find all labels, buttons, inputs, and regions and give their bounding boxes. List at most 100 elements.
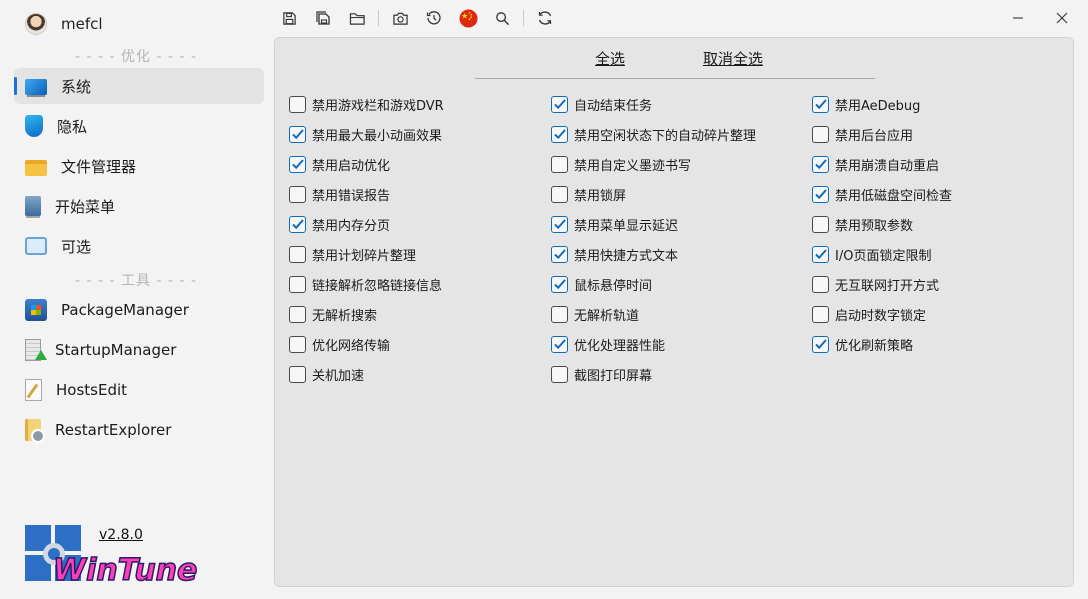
sidebar-item-start-menu[interactable]: 开始菜单 [14,188,264,224]
option-checkbox[interactable]: 禁用低磁盘空间检查 [812,183,952,205]
checkbox-checked-icon[interactable] [551,215,568,233]
option-label: 禁用错误报告 [312,188,391,204]
option-checkbox[interactable]: 链接解析忽略链接信息 [289,273,442,295]
language-flag-icon [458,8,478,28]
option-checkbox[interactable]: 禁用计划碎片整理 [289,243,416,265]
option-checkbox[interactable]: 优化刷新策略 [812,333,913,355]
option-checkbox[interactable]: 启动时数字锁定 [812,303,926,325]
save-all-button[interactable] [310,5,336,31]
option-checkbox[interactable]: 无解析轨道 [551,303,639,325]
option-checkbox[interactable]: 优化网络传输 [289,333,390,355]
checkbox-unchecked-icon[interactable] [812,125,829,143]
checkbox-checked-icon[interactable] [812,335,829,353]
sidebar-item-privacy[interactable]: 隐私 [14,108,264,144]
checkbox-checked-icon[interactable] [812,155,829,173]
checkbox-unchecked-icon[interactable] [289,245,306,263]
sidebar-item-package-manager[interactable]: PackageManager [14,292,264,328]
checkbox-unchecked-icon[interactable] [551,365,568,383]
checkbox-unchecked-icon[interactable] [551,305,568,323]
username: mefcl [61,15,103,33]
option-checkbox[interactable]: 自动结束任务 [551,93,652,115]
sidebar-item-restart-explorer[interactable]: RestartExplorer [14,412,264,448]
option-checkbox[interactable]: 禁用错误报告 [289,183,390,205]
checkbox-checked-icon[interactable] [289,215,306,233]
open-folder-button[interactable] [344,5,370,31]
option-checkbox[interactable]: 禁用快捷方式文本 [551,243,678,265]
option-checkbox[interactable]: 禁用自定义墨迹书写 [551,153,691,175]
user-profile[interactable]: mefcl [25,13,103,35]
option-checkbox[interactable]: 禁用预取参数 [812,213,913,235]
monitor-icon [25,79,47,95]
checkbox-checked-icon[interactable] [812,245,829,263]
checkbox-unchecked-icon[interactable] [289,275,306,293]
checkbox-checked-icon[interactable] [551,95,568,113]
checkbox-unchecked-icon[interactable] [289,185,306,203]
option-checkbox[interactable]: 禁用最大最小动画效果 [289,123,442,145]
checkbox-checked-icon[interactable] [551,245,568,263]
option-checkbox[interactable]: 截图打印屏幕 [551,363,652,385]
sidebar-item-label: 开始菜单 [55,197,116,216]
checkbox-checked-icon[interactable] [551,275,568,293]
option-label: 截图打印屏幕 [574,368,653,384]
option-checkbox[interactable]: 禁用AeDebug [812,93,920,115]
checkbox-unchecked-icon[interactable] [289,335,306,353]
checkbox-checked-icon[interactable] [289,155,306,173]
option-label: 禁用内存分页 [312,218,391,234]
close-button[interactable] [1050,6,1074,30]
checkbox-unchecked-icon[interactable] [289,365,306,383]
minimize-button[interactable] [1006,6,1030,30]
option-label: 禁用菜单显示延迟 [574,218,679,234]
divider [475,78,875,79]
option-checkbox[interactable]: 禁用启动优化 [289,153,390,175]
option-checkbox[interactable]: I/O页面锁定限制 [812,243,931,265]
option-checkbox[interactable]: 优化处理器性能 [551,333,665,355]
option-checkbox[interactable]: 禁用崩溃自动重启 [812,153,939,175]
checkbox-checked-icon[interactable] [812,95,829,113]
option-checkbox[interactable]: 禁用锁屏 [551,183,626,205]
sidebar-item-label: PackageManager [61,301,189,319]
option-label: 禁用计划碎片整理 [312,248,417,264]
option-checkbox[interactable]: 禁用游戏栏和游戏DVR [289,93,444,115]
save-all-icon [316,11,330,25]
checkbox-unchecked-icon[interactable] [551,185,568,203]
option-label: 无互联网打开方式 [835,278,940,294]
checkbox-unchecked-icon[interactable] [551,155,568,173]
checkbox-checked-icon[interactable] [812,185,829,203]
option-checkbox[interactable]: 禁用后台应用 [812,123,913,145]
history-button[interactable] [421,5,447,31]
option-label: 禁用空闲状态下的自动碎片整理 [574,128,757,144]
search-button[interactable] [489,5,515,31]
option-checkbox[interactable]: 禁用菜单显示延迟 [551,213,678,235]
option-checkbox[interactable]: 无互联网打开方式 [812,273,939,295]
save-button[interactable] [276,5,302,31]
option-checkbox[interactable]: 禁用内存分页 [289,213,390,235]
option-label: 禁用启动优化 [312,158,391,174]
screenshot-button[interactable] [387,5,413,31]
sidebar-item-startup-manager[interactable]: StartupManager [14,332,264,368]
refresh-button[interactable] [532,5,558,31]
sidebar-item-label: 隐私 [57,117,88,136]
restart-explorer-icon [25,419,45,443]
select-all-button[interactable]: 全选 [595,48,625,69]
option-checkbox[interactable]: 关机加速 [289,363,364,385]
language-button[interactable] [455,5,481,31]
deselect-all-button[interactable]: 取消全选 [703,48,763,69]
checkbox-unchecked-icon[interactable] [812,215,829,233]
sidebar-item-hosts-edit[interactable]: HostsEdit [14,372,264,408]
options-panel: 全选 取消全选 禁用游戏栏和游戏DVR 禁用最大最小动画效果 禁用启动优化 禁用错误报… [274,37,1074,587]
sidebar-item-system[interactable]: 系统 [14,68,264,104]
checkbox-checked-icon[interactable] [289,125,306,143]
checkbox-checked-icon[interactable] [551,335,568,353]
checkbox-checked-icon[interactable] [551,125,568,143]
version-link[interactable]: v2.8.0 [99,527,143,543]
option-checkbox[interactable]: 无解析搜索 [289,303,377,325]
checkbox-unchecked-icon[interactable] [289,305,306,323]
checkbox-unchecked-icon[interactable] [812,275,829,293]
option-checkbox[interactable]: 禁用空闲状态下的自动碎片整理 [551,123,756,145]
checkbox-unchecked-icon[interactable] [289,95,306,113]
sidebar-item-optional[interactable]: 可选 [14,228,264,264]
option-label: 禁用最大最小动画效果 [312,128,443,144]
sidebar-item-file-manager[interactable]: 文件管理器 [14,148,264,184]
option-checkbox[interactable]: 鼠标悬停时间 [551,273,652,295]
checkbox-unchecked-icon[interactable] [812,305,829,323]
